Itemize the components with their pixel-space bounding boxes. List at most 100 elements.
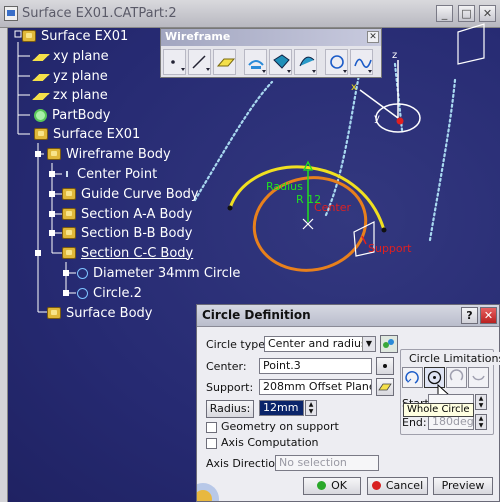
- geometrical-set-icon: [47, 307, 61, 319]
- tree-item-yz-plane[interactable]: yz plane: [32, 67, 108, 85]
- tree-item-partbody[interactable]: PartBody: [34, 106, 110, 124]
- radius-field[interactable]: 12mm: [259, 400, 304, 416]
- tree-item-xy-plane[interactable]: xy plane: [32, 47, 109, 65]
- circle-icon: [330, 55, 347, 73]
- tree-item-surface-body[interactable]: Surface Body: [47, 304, 152, 322]
- plane-tool-button[interactable]: [213, 49, 236, 75]
- tree-item-wireframe-body[interactable]: Wireframe Body: [47, 145, 171, 163]
- support-plane-button[interactable]: [376, 378, 394, 396]
- support-label: Support: [368, 242, 412, 255]
- point-tool-button[interactable]: [163, 49, 186, 75]
- complementary-arc-button[interactable]: [468, 367, 489, 388]
- geometry-on-support-checkbox[interactable]: [206, 422, 217, 433]
- radius-button[interactable]: Radius:: [206, 400, 254, 418]
- geometrical-set-icon: [62, 188, 76, 200]
- tree-item-section-cc[interactable]: Section C-C Body: [62, 244, 193, 262]
- axis-z-label: z: [392, 50, 397, 61]
- point-icon: [383, 364, 387, 368]
- axis-direction-field[interactable]: No selection: [275, 455, 379, 471]
- tree-item-label: Section B-B Body: [81, 225, 193, 241]
- tree-item-guide-curve-body[interactable]: Guide Curve Body: [62, 185, 199, 203]
- tree-item-zx-plane[interactable]: zx plane: [32, 86, 108, 104]
- tree-item-section-bb[interactable]: Section B-B Body: [62, 224, 192, 242]
- geometrical-set-icon: [47, 148, 61, 160]
- geometry-on-support-label: Geometry on support: [221, 420, 339, 433]
- plane-icon: [32, 92, 50, 100]
- tree-item-label: Surface Body: [66, 305, 153, 321]
- plane-icon: [32, 53, 50, 61]
- end-spinner[interactable]: ▲ ▼: [475, 414, 487, 430]
- axis-computation-checkbox[interactable]: [206, 438, 217, 449]
- chevron-down-icon[interactable]: ▼: [362, 337, 375, 351]
- tree-item-label: zx plane: [53, 87, 108, 103]
- tree-item-surface-ex01[interactable]: Surface EX01: [34, 125, 140, 143]
- cancel-button[interactable]: Cancel: [367, 477, 428, 495]
- circle-tool-button[interactable]: [325, 49, 348, 75]
- radius-spinner[interactable]: ▲ ▼: [305, 400, 317, 416]
- projection-tool-button[interactable]: [244, 49, 267, 75]
- support-label: Support:: [206, 381, 254, 394]
- circle-limitations-label: Circle Limitations: [408, 352, 500, 365]
- circle-type-select[interactable]: Center and radius ▼: [264, 336, 376, 352]
- toolbar-close-button[interactable]: ✕: [367, 31, 379, 43]
- center-point-button[interactable]: [376, 357, 394, 375]
- plane-icon: [32, 73, 50, 81]
- preview-button[interactable]: Preview: [433, 477, 493, 495]
- projection-icon: [248, 60, 266, 73]
- tree-item-label: Wireframe Body: [66, 146, 171, 162]
- spline-tool-button[interactable]: [350, 49, 373, 75]
- guide-curve-right: [428, 78, 457, 242]
- help-button[interactable]: ?: [461, 307, 478, 324]
- tree-item-label: Circle.2: [93, 285, 142, 301]
- dialog-title: Circle Definition: [202, 308, 311, 322]
- plane-icon: [216, 58, 236, 67]
- spline-icon: [354, 58, 372, 73]
- end-label: End:: [402, 416, 427, 429]
- dialog-titlebar[interactable]: Circle Definition ? ✕: [197, 305, 499, 327]
- complementary-arc-icon: [472, 375, 485, 381]
- ok-button[interactable]: OK: [303, 477, 361, 495]
- support-field[interactable]: 208mm Offset Plane Fron: [259, 379, 372, 395]
- tree-item-root[interactable]: Surface EX01: [22, 27, 128, 45]
- wireframe-toolbar-title[interactable]: Wireframe ✕: [161, 29, 381, 46]
- reference-plane: [457, 23, 485, 65]
- center-field[interactable]: Point.3: [259, 358, 372, 374]
- plane-icon: [378, 383, 392, 391]
- geometrical-set-icon: [62, 208, 76, 220]
- geometrical-set-icon: [62, 227, 76, 239]
- tree-item-label: Guide Curve Body: [81, 186, 199, 202]
- extrude-tool-button[interactable]: [294, 49, 317, 75]
- point-icon: [62, 168, 72, 180]
- surface-tool-button[interactable]: [269, 49, 292, 75]
- axis-x-label: x: [351, 82, 357, 93]
- sketcher-shortcut-button[interactable]: [380, 335, 398, 353]
- radius-label: Radius: [266, 180, 303, 193]
- tree-item-center-point[interactable]: Center Point: [62, 165, 157, 183]
- line-icon: [192, 55, 210, 71]
- whole-circle-tooltip: Whole Circle: [403, 403, 474, 417]
- tree-item-section-aa[interactable]: Section A-A Body: [62, 205, 192, 223]
- geometrical-set-icon: [62, 247, 76, 259]
- shortcut-icon: [383, 339, 394, 348]
- compass-origin: [396, 117, 404, 125]
- dialog-close-button[interactable]: ✕: [480, 307, 497, 324]
- tree-item-label: Surface EX01: [41, 28, 129, 44]
- catia-logo-icon: [197, 483, 219, 501]
- toolbar-title-text: Wireframe: [165, 30, 231, 43]
- axis-direction-label: Axis Direction:: [206, 457, 286, 470]
- dimension-dot: [381, 227, 387, 233]
- line-tool-button[interactable]: [188, 49, 211, 75]
- start-spinner[interactable]: ▲ ▼: [475, 394, 487, 410]
- dimension-dot: [227, 205, 233, 211]
- circle-type-label: Circle type :: [206, 338, 273, 351]
- tree-item-circle-2[interactable]: Circle.2: [77, 284, 142, 302]
- wireframe-toolbar[interactable]: Wireframe ✕: [160, 28, 382, 78]
- tree-item-label: Section C-C Body: [81, 245, 194, 261]
- surface-icon: [273, 54, 291, 73]
- tree-item-diameter-circle[interactable]: Diameter 34mm Circle: [77, 264, 240, 282]
- geometrical-set-icon: [34, 128, 48, 140]
- part-arc-button[interactable]: [402, 367, 423, 388]
- circle-icon: [77, 287, 88, 299]
- part-document-icon: [22, 30, 36, 42]
- ok-label: OK: [331, 479, 347, 492]
